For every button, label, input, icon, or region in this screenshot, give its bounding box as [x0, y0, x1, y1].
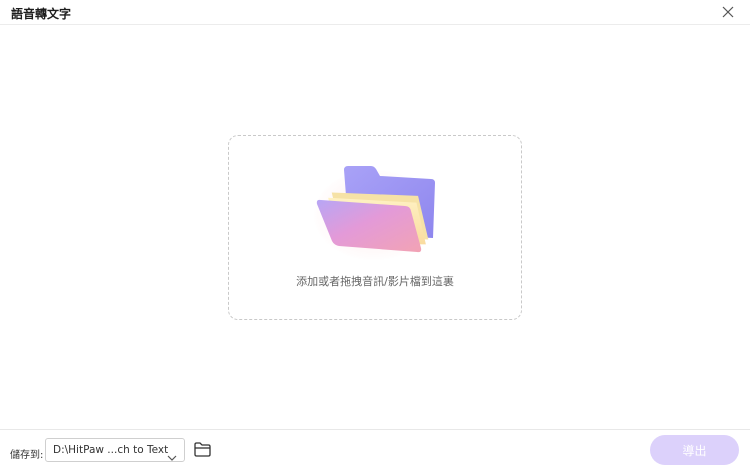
drop-hint-text: 添加或者拖拽音訊/影片檔到這裏 — [296, 275, 454, 288]
footer-bar: 儲存到: D:\HitPaw ...ch to Text 導出 — [0, 429, 750, 472]
speech-to-text-window: 語音轉文字 添加或者拖拽音訊/影片檔到這裏 儲存到: D:\HitPaw ...… — [0, 0, 750, 472]
file-drop-zone[interactable]: 添加或者拖拽音訊/影片檔到這裏 — [228, 135, 522, 320]
close-icon[interactable] — [720, 4, 736, 20]
save-to-label: 儲存到: — [10, 450, 44, 461]
save-path-dropdown[interactable]: D:\HitPaw ...ch to Text — [45, 438, 185, 462]
folder-icon[interactable] — [193, 441, 212, 458]
chevron-down-icon — [167, 447, 177, 461]
save-path-value: D:\HitPaw ...ch to Text — [53, 444, 169, 456]
title-bar: 語音轉文字 — [0, 0, 750, 25]
folder-illustration-icon — [309, 160, 439, 260]
window-title: 語音轉文字 — [11, 7, 72, 21]
export-button[interactable]: 導出 — [650, 435, 739, 465]
